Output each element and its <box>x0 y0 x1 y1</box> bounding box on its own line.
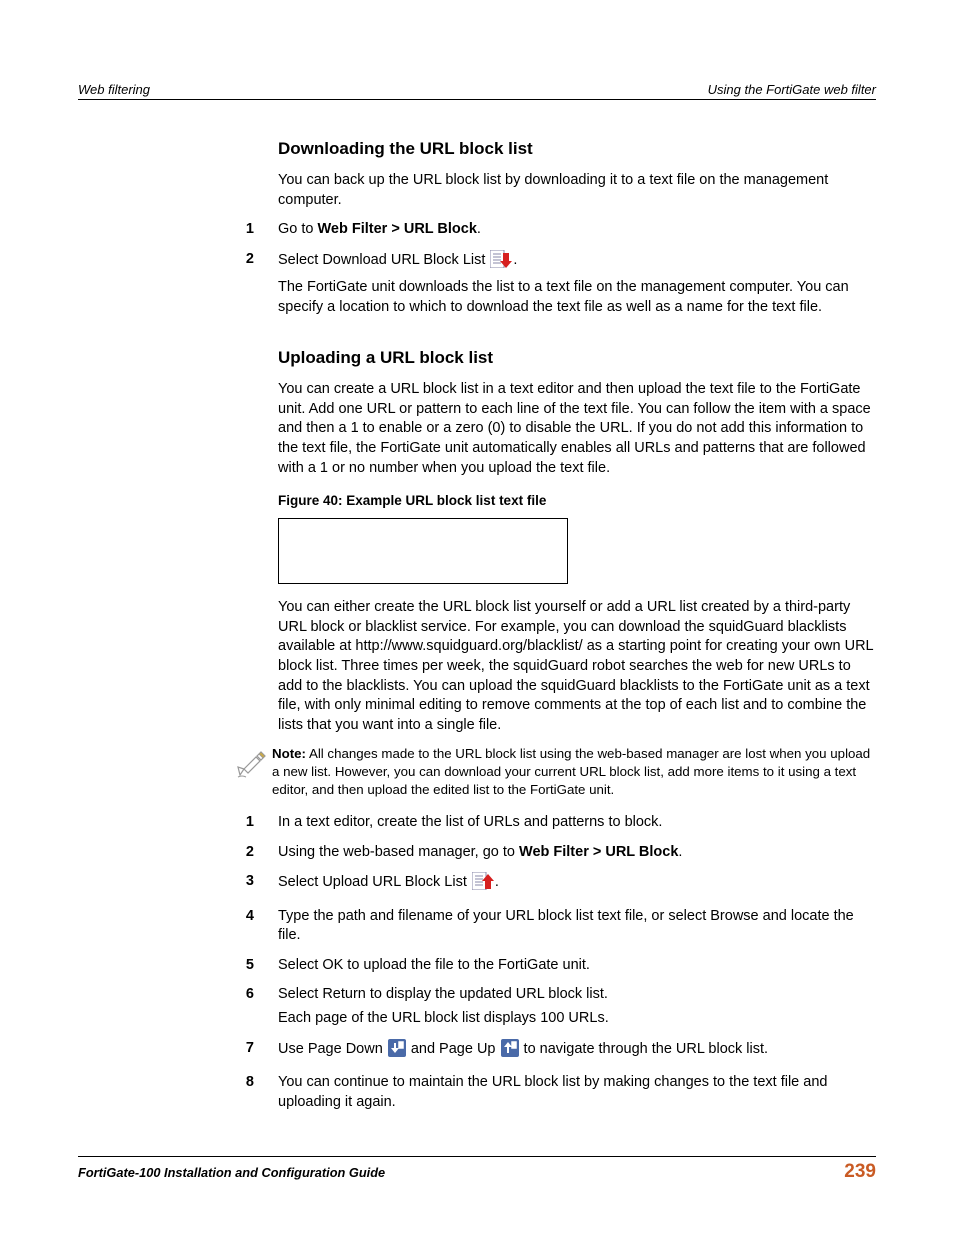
text: Each page of the URL block list displays… <box>278 1009 876 1029</box>
paragraph: You can either create the URL block list… <box>278 598 876 735</box>
step-body: Select Return to display the updated URL… <box>278 985 876 1032</box>
page-down-icon <box>388 1039 406 1064</box>
step-body: Type the path and filename of your URL b… <box>278 907 876 950</box>
text: Using the web-based manager, go to <box>278 844 519 860</box>
step-number: 2 <box>234 843 278 867</box>
page-number: 239 <box>844 1161 876 1183</box>
text: Select OK to upload the file to the Fort… <box>278 956 876 976</box>
text: You can continue to maintain the URL blo… <box>278 1073 876 1112</box>
step-row: 2 Using the web-based manager, go to Web… <box>278 843 876 867</box>
step-row: 6 Select Return to display the updated U… <box>278 985 876 1032</box>
step-row: 5 Select OK to upload the file to the Fo… <box>278 956 876 980</box>
text: All changes made to the URL block list u… <box>272 746 870 797</box>
text: . <box>495 874 499 890</box>
step-number: 1 <box>234 220 278 244</box>
step-body: Use Page Down and Page Up to navigate th… <box>278 1039 876 1068</box>
step-body: In a text editor, create the list of URL… <box>278 813 876 837</box>
step-number: 8 <box>234 1073 278 1116</box>
figure-caption: Figure 40: Example URL block list text f… <box>278 492 876 510</box>
note-label: Note: <box>272 746 306 761</box>
text: The FortiGate unit downloads the list to… <box>278 278 876 317</box>
page-footer: FortiGate-100 Installation and Configura… <box>78 1156 876 1183</box>
upload-list-icon <box>472 872 494 897</box>
step-body: Select OK to upload the file to the Fort… <box>278 956 876 980</box>
step-number: 3 <box>234 872 278 901</box>
text: and Page Up <box>407 1041 500 1057</box>
menu-path: Web Filter > URL Block <box>318 221 477 237</box>
text: to navigate through the URL block list. <box>520 1041 769 1057</box>
page-up-icon <box>501 1039 519 1064</box>
section-heading-uploading: Uploading a URL block list <box>278 347 876 370</box>
step-row: 3 Select Upload URL Block List . <box>278 872 876 901</box>
text: . <box>477 221 481 237</box>
paragraph: You can back up the URL block list by do… <box>278 171 876 210</box>
step-row: 1 In a text editor, create the list of U… <box>278 813 876 837</box>
step-body: Using the web-based manager, go to Web F… <box>278 843 876 867</box>
section-heading-downloading: Downloading the URL block list <box>278 138 876 161</box>
step-number: 2 <box>234 250 278 322</box>
step-number: 4 <box>234 907 278 950</box>
text: Use Page Down <box>278 1041 387 1057</box>
paragraph: You can create a URL block list in a tex… <box>278 380 876 478</box>
footer-title: FortiGate-100 Installation and Configura… <box>78 1165 385 1180</box>
figure-placeholder <box>278 518 568 584</box>
text: In a text editor, create the list of URL… <box>278 813 876 833</box>
text: Select Download URL Block List <box>278 252 489 268</box>
step-body: Select Download URL Block List . The For… <box>278 250 876 322</box>
header-right: Using the FortiGate web filter <box>708 82 876 97</box>
text: Select Return to display the updated URL… <box>278 985 876 1005</box>
step-number: 6 <box>234 985 278 1032</box>
step-body: You can continue to maintain the URL blo… <box>278 1073 876 1116</box>
note-pencil-icon <box>234 745 272 781</box>
step-row: 7 Use Page Down and Page Up to navigate … <box>278 1039 876 1068</box>
step-row: 2 Select Download URL Block List . The F… <box>278 250 876 322</box>
step-row: 1 Go to Web Filter > URL Block. <box>278 220 876 244</box>
running-header: Web filtering Using the FortiGate web fi… <box>78 82 876 100</box>
note-block: Note: All changes made to the URL block … <box>234 745 876 799</box>
step-number: 5 <box>234 956 278 980</box>
step-body: Select Upload URL Block List . <box>278 872 876 901</box>
text: Select Upload URL Block List <box>278 874 471 890</box>
menu-path: Web Filter > URL Block <box>519 844 678 860</box>
step-row: 8 You can continue to maintain the URL b… <box>278 1073 876 1116</box>
download-list-icon <box>490 250 512 275</box>
step-number: 7 <box>234 1039 278 1068</box>
text: Go to <box>278 221 318 237</box>
step-number: 1 <box>234 813 278 837</box>
text: . <box>513 252 517 268</box>
text: Type the path and filename of your URL b… <box>278 907 876 946</box>
header-left: Web filtering <box>78 82 150 97</box>
step-row: 4 Type the path and filename of your URL… <box>278 907 876 950</box>
note-text: Note: All changes made to the URL block … <box>272 745 876 799</box>
step-body: Go to Web Filter > URL Block. <box>278 220 876 244</box>
text: . <box>678 844 682 860</box>
